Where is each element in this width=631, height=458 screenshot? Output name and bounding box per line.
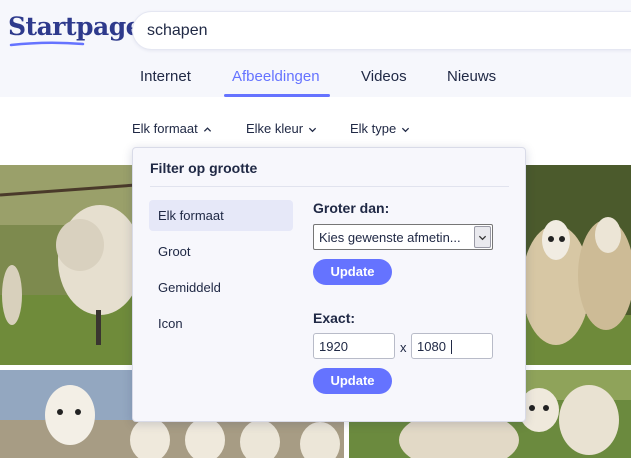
- exact-width-input[interactable]: [313, 333, 395, 359]
- startpage-logo[interactable]: Startpage: [8, 12, 142, 41]
- search-tabs: Internet Afbeeldingen Videos Nieuws: [0, 60, 631, 97]
- select-arrow-button[interactable]: [474, 226, 491, 248]
- min-size-select-value: Kies gewenste afmetin...: [319, 230, 461, 245]
- size-option-medium[interactable]: Gemiddeld: [149, 272, 293, 303]
- tab-videos[interactable]: Videos: [361, 68, 407, 85]
- image-result-1[interactable]: [0, 165, 136, 365]
- size-option-icon[interactable]: Icon: [149, 308, 293, 339]
- image-filter-bar: Elk formaat Elke kleur Elk type: [0, 116, 631, 140]
- size-filter-popup: Filter op grootte Elk formaat Groot Gemi…: [132, 147, 526, 422]
- chevron-down-icon: [308, 127, 317, 133]
- filter-color-dropdown[interactable]: Elke kleur: [246, 121, 317, 136]
- tab-internet[interactable]: Internet: [140, 68, 191, 85]
- active-tab-indicator: [224, 94, 330, 97]
- tab-nieuws[interactable]: Nieuws: [447, 68, 496, 85]
- larger-than-label: Groter dan:: [313, 200, 390, 216]
- filter-color-label: Elke kleur: [246, 121, 304, 136]
- size-option-large[interactable]: Groot: [149, 236, 293, 267]
- search-input[interactable]: [147, 12, 617, 49]
- min-size-select[interactable]: Kies gewenste afmetin...: [313, 224, 493, 250]
- exact-label: Exact:: [313, 310, 356, 326]
- header: Startpage Internet Afbeeldingen Videos N…: [0, 0, 631, 97]
- image-result-2[interactable]: [526, 165, 631, 365]
- chevron-down-icon: [478, 235, 487, 241]
- update-exact-button[interactable]: Update: [313, 368, 392, 394]
- text-cursor: [451, 340, 452, 354]
- dimension-separator: x: [400, 340, 407, 355]
- popup-divider: [150, 186, 509, 187]
- filter-size-label: Elk formaat: [132, 121, 198, 136]
- size-option-any[interactable]: Elk formaat: [149, 200, 293, 231]
- logo-swoosh-icon: [9, 41, 85, 47]
- sheep-photo: [0, 165, 136, 365]
- exact-height-input[interactable]: [411, 333, 493, 359]
- filter-type-label: Elk type: [350, 121, 397, 136]
- update-larger-than-button[interactable]: Update: [313, 259, 392, 285]
- filter-size-dropdown[interactable]: Elk formaat: [132, 121, 212, 136]
- chevron-down-icon: [402, 127, 410, 133]
- chevron-up-icon: [203, 127, 211, 132]
- tab-afbeeldingen[interactable]: Afbeeldingen: [232, 68, 320, 85]
- filter-type-dropdown[interactable]: Elk type: [350, 121, 410, 136]
- popup-title: Filter op grootte: [150, 160, 258, 176]
- sheep-photo: [526, 165, 631, 365]
- search-box[interactable]: [132, 11, 631, 50]
